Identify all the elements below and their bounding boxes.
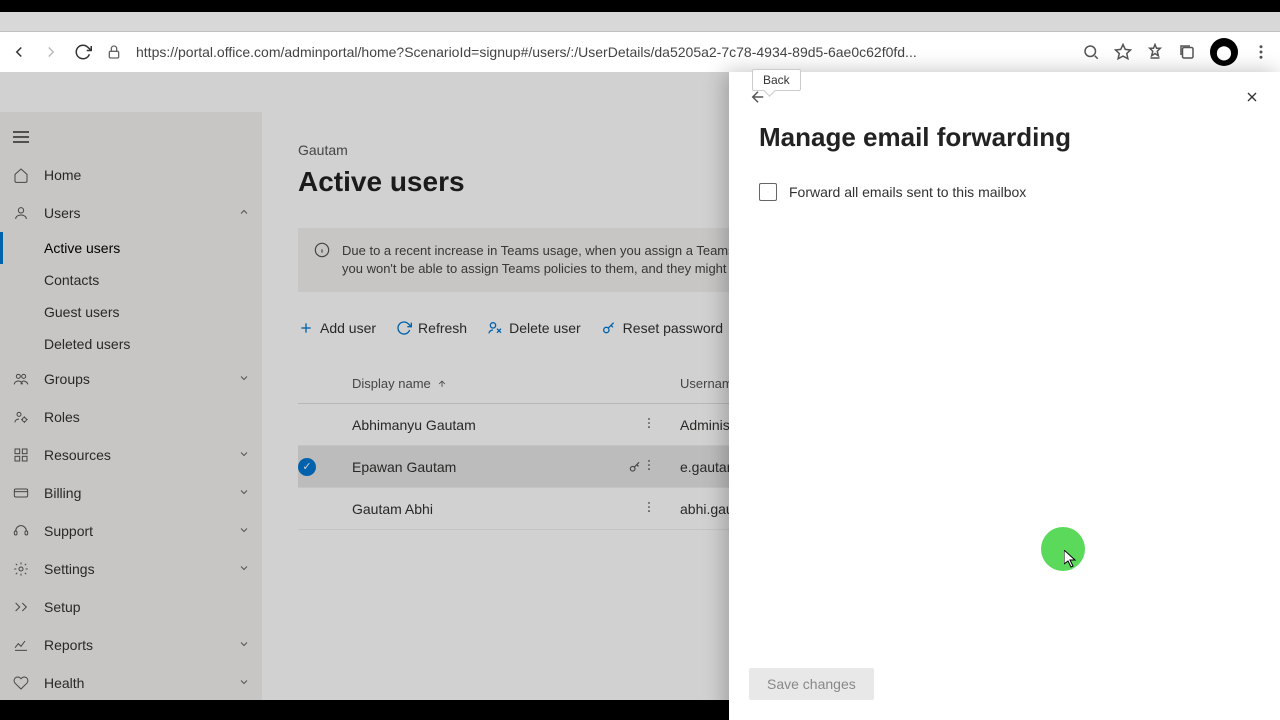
forward-icon — [42, 43, 60, 61]
search-icon[interactable] — [1082, 43, 1100, 61]
groups-icon — [12, 371, 30, 387]
cursor-highlight — [1041, 527, 1085, 571]
reset-password-button[interactable]: Reset password — [601, 320, 723, 336]
sidebar-label: Support — [44, 523, 93, 539]
key-icon[interactable] — [628, 460, 642, 474]
sort-up-icon — [437, 379, 447, 389]
add-user-button[interactable]: Add user — [298, 320, 376, 336]
sidebar-sub-guest-users[interactable]: Guest users — [0, 296, 262, 328]
extension-icon[interactable]: ⬤ — [1210, 38, 1238, 66]
chevron-down-icon — [238, 371, 250, 387]
health-icon — [12, 675, 30, 691]
sidebar-item-reports[interactable]: Reports — [0, 626, 262, 664]
sidebar-label: Resources — [44, 447, 111, 463]
row-more-icon[interactable] — [642, 500, 680, 517]
sidebar-label: Roles — [44, 409, 80, 425]
close-button[interactable] — [1244, 89, 1260, 110]
sidebar-item-support[interactable]: Support — [0, 512, 262, 550]
back-button[interactable]: Back — [749, 88, 767, 111]
side-panel: Back Manage email forwarding Forward all… — [729, 72, 1280, 720]
cursor-icon — [1064, 550, 1078, 568]
browser-tabstrip[interactable] — [0, 12, 1280, 32]
reports-icon — [12, 637, 30, 653]
favorites-icon[interactable] — [1146, 43, 1164, 61]
sidebar-label: Billing — [44, 485, 81, 501]
home-icon — [12, 167, 30, 183]
refresh-icon[interactable] — [74, 43, 92, 61]
address-bar[interactable]: https://portal.office.com/adminportal/ho… — [136, 44, 1068, 60]
sidebar-item-roles[interactable]: Roles — [0, 398, 262, 436]
sidebar-label: Health — [44, 675, 84, 691]
check-icon[interactable]: ✓ — [298, 458, 316, 476]
resources-icon — [12, 447, 30, 463]
sidebar-item-resources[interactable]: Resources — [0, 436, 262, 474]
sidebar: Home Users Active users Contacts Guest u… — [0, 112, 262, 720]
checkbox-label: Forward all emails sent to this mailbox — [789, 184, 1026, 200]
star-icon[interactable] — [1114, 43, 1132, 61]
hamburger-button[interactable] — [0, 118, 262, 156]
sidebar-item-setup[interactable]: Setup — [0, 588, 262, 626]
sidebar-item-billing[interactable]: Billing — [0, 474, 262, 512]
sidebar-label: Settings — [44, 561, 95, 577]
chevron-up-icon — [238, 205, 250, 221]
sidebar-item-settings[interactable]: Settings — [0, 550, 262, 588]
hamburger-icon — [12, 130, 30, 144]
sidebar-sub-active-users[interactable]: Active users — [0, 232, 262, 264]
menu-icon[interactable] — [1252, 43, 1270, 61]
close-icon — [1244, 89, 1260, 105]
chevron-down-icon — [238, 675, 250, 691]
sidebar-label: Home — [44, 167, 81, 183]
chevron-down-icon — [238, 523, 250, 539]
sidebar-label: Reports — [44, 637, 93, 653]
save-changes-button[interactable]: Save changes — [749, 668, 874, 700]
collections-icon[interactable] — [1178, 43, 1196, 61]
back-tooltip: Back — [752, 69, 801, 91]
browser-toolbar: https://portal.office.com/adminportal/ho… — [0, 32, 1280, 72]
info-icon — [314, 242, 330, 278]
delete-user-button[interactable]: Delete user — [487, 320, 581, 336]
chevron-down-icon — [238, 485, 250, 501]
settings-icon — [12, 561, 30, 577]
row-more-icon[interactable] — [642, 416, 680, 433]
roles-icon — [12, 409, 30, 425]
user-icon — [12, 205, 30, 221]
sidebar-item-health[interactable]: Health — [0, 664, 262, 702]
sidebar-sub-contacts[interactable]: Contacts — [0, 264, 262, 296]
column-display-name[interactable]: Display name — [352, 376, 642, 391]
sidebar-item-users[interactable]: Users — [0, 194, 262, 232]
support-icon — [12, 523, 30, 539]
sidebar-label: Users — [44, 205, 81, 221]
refresh-button[interactable]: Refresh — [396, 320, 467, 336]
chevron-down-icon — [238, 561, 250, 577]
sidebar-label: Groups — [44, 371, 90, 387]
sidebar-item-home[interactable]: Home — [0, 156, 262, 194]
checkbox[interactable] — [759, 183, 777, 201]
chevron-down-icon — [238, 637, 250, 653]
sidebar-sub-deleted-users[interactable]: Deleted users — [0, 328, 262, 360]
panel-title: Manage email forwarding — [759, 122, 1250, 153]
sidebar-item-groups[interactable]: Groups — [0, 360, 262, 398]
billing-icon — [12, 485, 30, 501]
chevron-down-icon — [238, 447, 250, 463]
setup-icon — [12, 599, 30, 615]
lock-icon — [106, 44, 122, 60]
row-more-icon[interactable] — [642, 458, 680, 475]
back-icon[interactable] — [10, 43, 28, 61]
forward-checkbox-row[interactable]: Forward all emails sent to this mailbox — [759, 183, 1250, 201]
sidebar-label: Setup — [44, 599, 81, 615]
